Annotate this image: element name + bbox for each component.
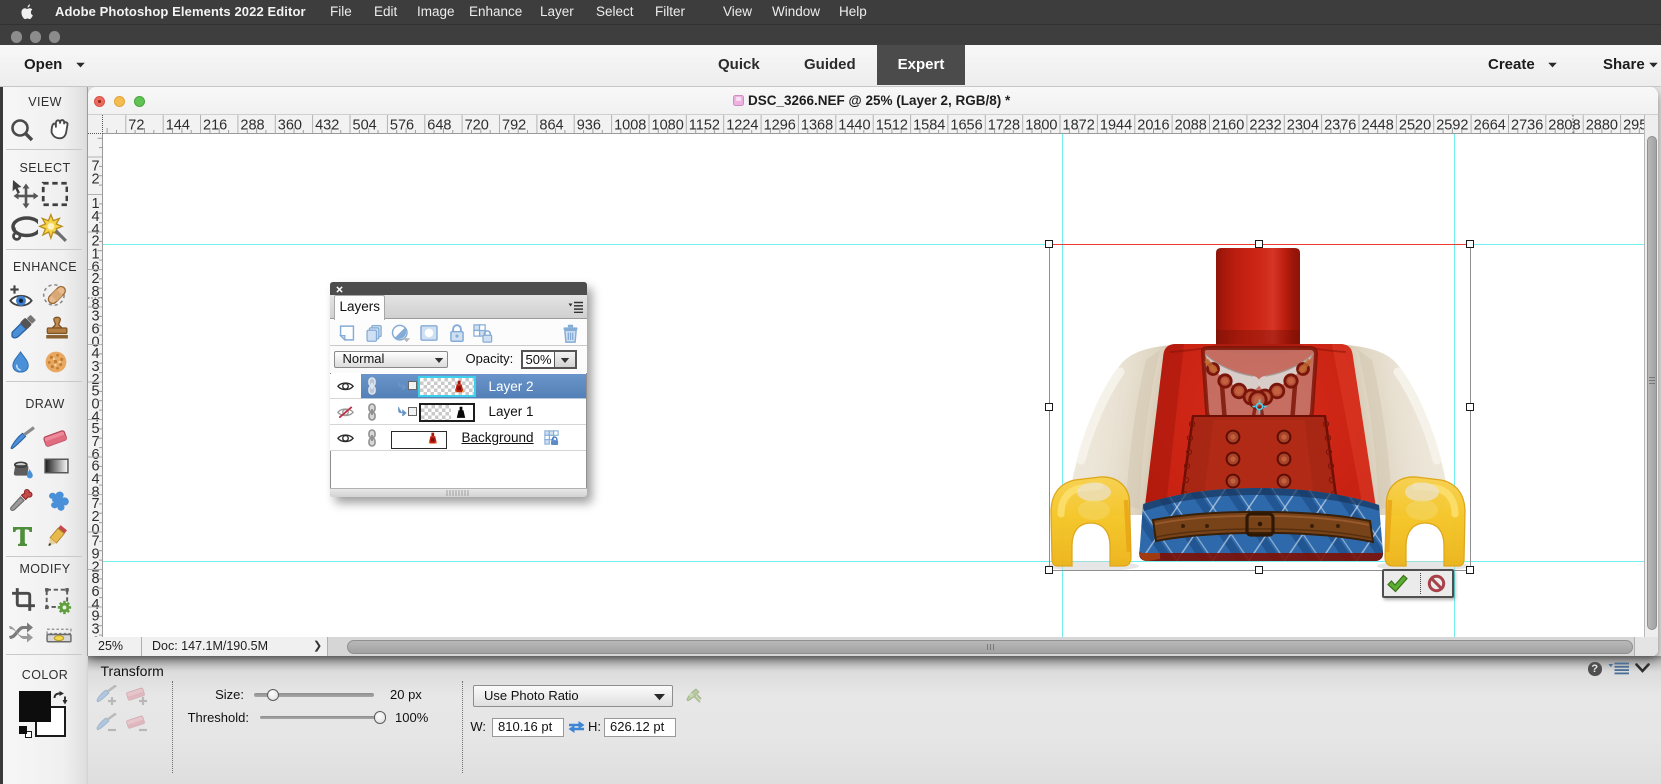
svg-text:864: 864 — [539, 118, 563, 134]
svg-text:1152: 1152 — [689, 118, 720, 134]
svg-text:2: 2 — [92, 172, 100, 188]
svg-text:72: 72 — [128, 118, 144, 134]
svg-text:648: 648 — [427, 118, 451, 134]
svg-text:792: 792 — [502, 118, 526, 134]
svg-text:360: 360 — [278, 118, 302, 134]
svg-text:936: 936 — [577, 118, 601, 134]
svg-text:216: 216 — [203, 118, 227, 134]
svg-text:432: 432 — [315, 118, 339, 134]
svg-text:2952: 2952 — [1623, 118, 1644, 134]
svg-text:288: 288 — [240, 118, 264, 134]
svg-text:576: 576 — [390, 118, 414, 134]
svg-text:144: 144 — [166, 118, 190, 134]
svg-text:720: 720 — [465, 118, 489, 134]
svg-text:504: 504 — [353, 118, 377, 134]
